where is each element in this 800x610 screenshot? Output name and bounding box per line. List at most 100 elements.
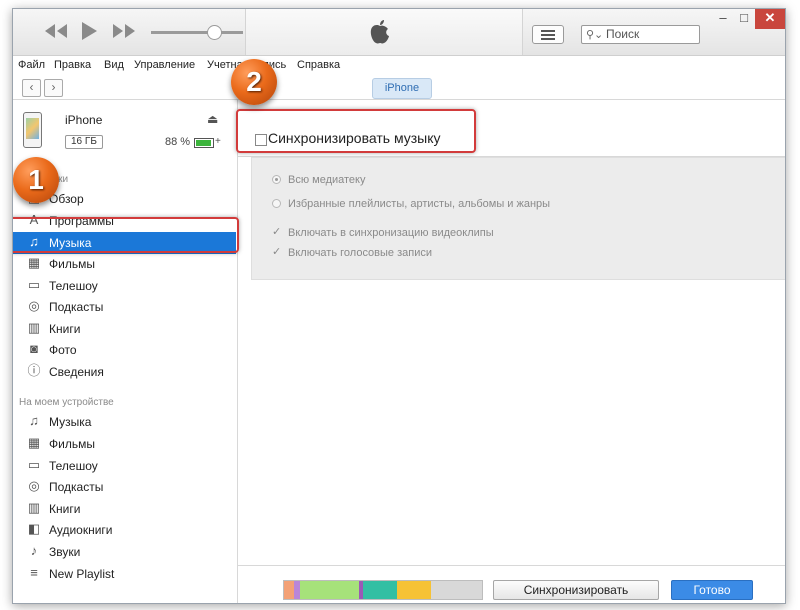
device-name: iPhone bbox=[65, 113, 103, 127]
sync-options-panel: Всю медиатеку Избранные плейлисты, артис… bbox=[251, 157, 785, 280]
list-icon-line bbox=[541, 34, 555, 36]
sidebar-item-device-movies[interactable]: ▦ Фильмы bbox=[13, 434, 236, 454]
menu-bar: Файл Правка Вид Управление Учетная запис… bbox=[13, 56, 785, 74]
tv-icon: ▭ bbox=[27, 277, 41, 292]
sidebar-item-label: Фильмы bbox=[49, 437, 95, 451]
sidebar-item-label: Сведения bbox=[49, 365, 104, 379]
charging-icon: + bbox=[215, 136, 221, 147]
play-icon[interactable] bbox=[79, 20, 99, 42]
option-label: Избранные плейлисты, артисты, альбомы и … bbox=[288, 198, 551, 210]
menu-view[interactable]: Вид bbox=[104, 59, 124, 71]
bottom-bar: Синхронизировать Готово bbox=[238, 565, 785, 603]
tv-icon: ▭ bbox=[27, 457, 41, 472]
toolbar: ⚲⌄ Поиск – □ ✕ bbox=[13, 9, 785, 56]
sidebar-item-device-tvshows[interactable]: ▭ Телешоу bbox=[13, 456, 236, 476]
sidebar-item-new-playlist[interactable]: ≡ New Playlist bbox=[13, 564, 236, 584]
music-note-icon: ♫ bbox=[29, 413, 39, 428]
volume-slider[interactable] bbox=[151, 25, 243, 40]
bell-icon: ♪ bbox=[30, 543, 38, 558]
list-icon-line bbox=[541, 38, 555, 40]
sidebar-item-label: Телешоу bbox=[49, 279, 98, 293]
menu-file[interactable]: Файл bbox=[18, 59, 45, 71]
playlist-icon: ≡ bbox=[30, 565, 38, 580]
search-icon: ⚲⌄ bbox=[586, 29, 604, 41]
sidebar-item-label: Подкасты bbox=[49, 480, 104, 494]
chevron-right-icon: › bbox=[51, 80, 56, 94]
device-tab[interactable]: iPhone bbox=[372, 78, 432, 99]
device-summary[interactable]: iPhone ⏏ 16 ГБ 88 % + bbox=[23, 110, 233, 156]
apple-logo-icon bbox=[369, 19, 391, 48]
eject-icon[interactable]: ⏏ bbox=[207, 112, 218, 126]
forward-button[interactable]: › bbox=[44, 79, 63, 97]
film-icon: ▦ bbox=[27, 255, 41, 270]
sidebar-item-label: New Playlist bbox=[49, 567, 115, 581]
back-button[interactable]: ‹ bbox=[22, 79, 41, 97]
radio-all-library bbox=[272, 175, 281, 184]
storage-segment bbox=[300, 581, 359, 599]
capacity-badge: 16 ГБ bbox=[65, 135, 103, 149]
sidebar-item-books[interactable]: ▥ Книги bbox=[13, 319, 236, 339]
sidebar-item-movies[interactable]: ▦ Фильмы bbox=[13, 254, 236, 274]
storage-segment bbox=[431, 581, 482, 599]
step-2-badge: 2 bbox=[231, 59, 277, 105]
storage-segment bbox=[284, 581, 294, 599]
option-label: Всю медиатеку bbox=[288, 174, 366, 186]
list-icon bbox=[541, 30, 555, 32]
fast-forward-icon[interactable] bbox=[111, 22, 137, 40]
volume-knob[interactable] bbox=[207, 25, 222, 40]
navigation-row: ‹ › iPhone bbox=[13, 75, 785, 100]
storage-segment bbox=[397, 581, 431, 599]
menu-edit[interactable]: Правка bbox=[54, 59, 91, 71]
sidebar-item-label: Телешоу bbox=[49, 459, 98, 473]
sidebar-item-photos[interactable]: ◙ Фото bbox=[13, 340, 236, 360]
sidebar-item-label: Аудиокниги bbox=[49, 523, 113, 537]
film-icon: ▦ bbox=[27, 435, 41, 450]
option-label: Включать в синхронизацию видеоклипы bbox=[288, 227, 494, 239]
podcast-icon: ◎ bbox=[28, 478, 40, 493]
highlight-music-item bbox=[13, 217, 239, 253]
highlight-sync-checkbox bbox=[236, 109, 476, 153]
rewind-icon[interactable] bbox=[43, 22, 69, 40]
storage-segment bbox=[363, 581, 397, 599]
sidebar-item-device-music[interactable]: ♫ Музыка bbox=[13, 412, 236, 432]
menu-controls[interactable]: Управление bbox=[134, 59, 195, 71]
list-view-button[interactable] bbox=[532, 25, 564, 44]
main-panel: Синхронизировать музыку Всю медиатеку Из… bbox=[238, 100, 785, 603]
book-icon: ▥ bbox=[27, 320, 41, 335]
battery-icon bbox=[194, 138, 214, 148]
itunes-window: ⚲⌄ Поиск – □ ✕ Файл Правка Вид Управлени… bbox=[12, 8, 786, 604]
sidebar-item-info[interactable]: ⓘ Сведения bbox=[13, 362, 236, 382]
chevron-left-icon: ‹ bbox=[29, 80, 34, 94]
sidebar-item-device-audiobooks[interactable]: ◧ Аудиокниги bbox=[13, 520, 236, 540]
sidebar-item-label: Книги bbox=[49, 502, 81, 516]
search-input[interactable]: ⚲⌄ Поиск bbox=[581, 25, 700, 44]
sidebar-item-label: Книги bbox=[49, 322, 81, 336]
search-placeholder: Поиск bbox=[606, 27, 640, 41]
sync-button[interactable]: Синхронизировать bbox=[493, 580, 659, 600]
podcast-icon: ◎ bbox=[28, 298, 40, 313]
sidebar-item-device-tones[interactable]: ♪ Звуки bbox=[13, 542, 236, 562]
done-button[interactable]: Готово bbox=[671, 580, 753, 600]
audiobook-icon: ◧ bbox=[27, 521, 41, 536]
close-button[interactable]: ✕ bbox=[755, 9, 785, 29]
iphone-icon bbox=[23, 112, 42, 148]
sidebar-item-label: Фото bbox=[49, 343, 77, 357]
book-icon: ▥ bbox=[27, 500, 41, 515]
maximize-button[interactable]: □ bbox=[734, 9, 754, 29]
battery-percent: 88 % bbox=[165, 136, 191, 148]
sidebar-item-tvshows[interactable]: ▭ Телешоу bbox=[13, 276, 236, 296]
sidebar-item-label: Подкасты bbox=[49, 300, 104, 314]
sidebar-item-podcasts[interactable]: ◎ Подкасты bbox=[13, 297, 236, 317]
checkmark-icon: ✓ bbox=[272, 226, 282, 238]
storage-capacity-bar bbox=[283, 580, 483, 600]
info-icon: ⓘ bbox=[27, 363, 41, 378]
menu-help[interactable]: Справка bbox=[297, 59, 340, 71]
camera-icon: ◙ bbox=[30, 341, 38, 356]
sidebar-item-label: Обзор bbox=[49, 192, 84, 206]
sidebar-item-device-podcasts[interactable]: ◎ Подкасты bbox=[13, 477, 236, 497]
sidebar-item-device-books[interactable]: ▥ Книги bbox=[13, 499, 236, 519]
sidebar-item-label: Фильмы bbox=[49, 257, 95, 271]
checkmark-icon: ✓ bbox=[272, 246, 282, 258]
option-label: Включать голосовые записи bbox=[288, 247, 433, 259]
minimize-button[interactable]: – bbox=[713, 9, 733, 29]
